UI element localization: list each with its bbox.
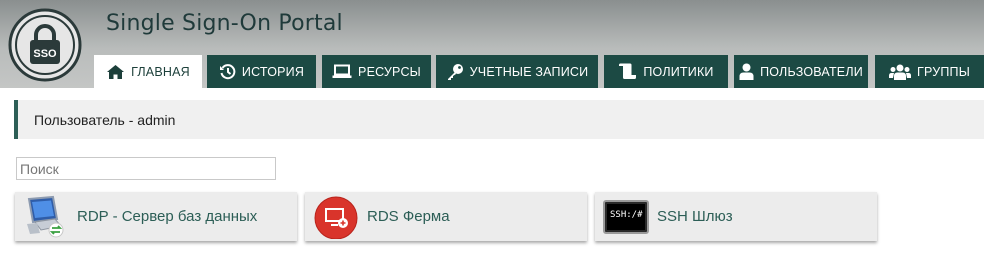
tab-resources[interactable]: РЕСУРСЫ xyxy=(322,55,431,88)
tab-groups[interactable]: ГРУППЫ xyxy=(875,55,984,88)
tab-history[interactable]: ИСТОРИЯ xyxy=(207,55,316,88)
tab-resources-label: РЕСУРСЫ xyxy=(358,64,421,79)
rds-farm-icon xyxy=(314,196,358,239)
scroll-icon xyxy=(619,63,637,79)
tab-policies[interactable]: ПОЛИТИКИ xyxy=(604,55,728,88)
resource-card-rdp-label: RDP - Сервер баз данных xyxy=(77,208,258,225)
tab-home[interactable]: ГЛАВНАЯ xyxy=(94,55,202,88)
key-icon xyxy=(447,63,463,80)
tab-history-label: ИСТОРИЯ xyxy=(241,64,305,79)
tab-policies-label: ПОЛИТИКИ xyxy=(643,64,714,79)
header-bar: SSO Single Sign-On Portal ГЛАВНАЯ ИСТОРИ… xyxy=(0,0,984,88)
resource-card-ssh[interactable]: SSH:/# SSH Шлюз xyxy=(595,192,877,241)
history-icon xyxy=(219,64,236,80)
users-icon xyxy=(888,64,911,80)
tab-accounts-label: УЧЕТНЫЕ ЗАПИСИ xyxy=(469,64,589,79)
tab-groups-label: ГРУППЫ xyxy=(916,64,970,79)
tab-users-label: ПОЛЬЗОВАТЕЛИ xyxy=(760,64,863,79)
tab-users[interactable]: ПОЛЬЗОВАТЕЛИ xyxy=(734,55,868,88)
resource-card-rdp[interactable]: RDP - Сервер баз данных xyxy=(15,192,297,241)
search-input[interactable] xyxy=(16,157,276,180)
current-user-text: Пользователь - admin xyxy=(34,111,176,128)
ssh-terminal-icon: SSH:/# xyxy=(603,199,649,234)
resource-card-ssh-label: SSH Шлюз xyxy=(657,208,733,225)
sso-lock-logo: SSO xyxy=(8,8,82,82)
laptop-icon xyxy=(332,64,352,78)
rdp-computer-icon xyxy=(27,195,64,237)
app-title: Single Sign-On Portal xyxy=(106,11,343,36)
resource-card-rds[interactable]: RDS Ферма xyxy=(305,192,587,241)
svg-text:SSO: SSO xyxy=(33,48,57,60)
current-user-bar: Пользователь - admin xyxy=(14,100,984,139)
user-icon xyxy=(739,63,754,80)
tab-home-label: ГЛАВНАЯ xyxy=(131,64,190,79)
tab-accounts[interactable]: УЧЕТНЫЕ ЗАПИСИ xyxy=(436,55,598,88)
home-icon xyxy=(107,64,125,79)
resource-card-rds-label: RDS Ферма xyxy=(367,208,450,225)
svg-text:SSH:/#: SSH:/# xyxy=(610,210,643,220)
